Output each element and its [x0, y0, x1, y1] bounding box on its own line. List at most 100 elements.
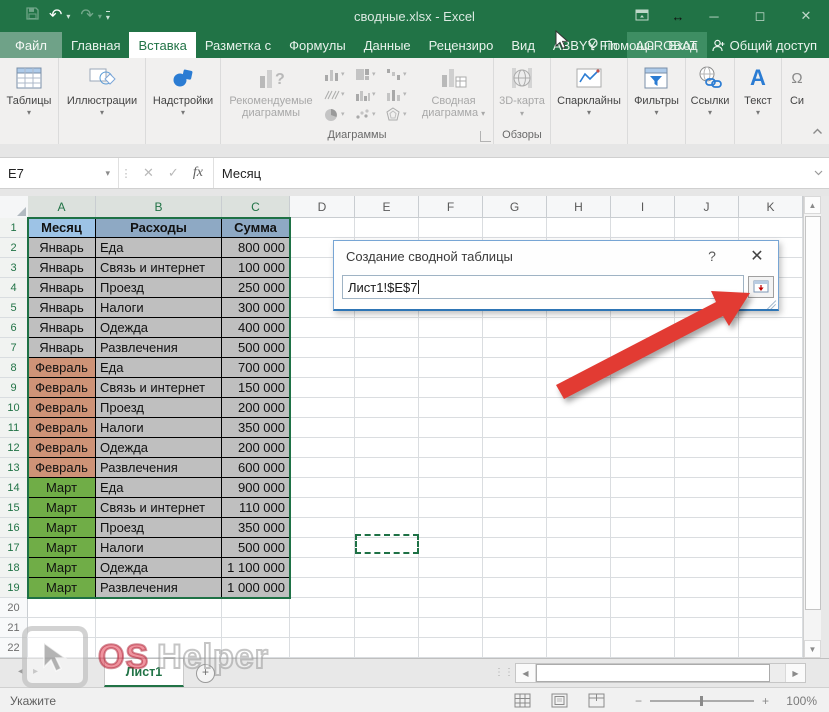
scroll-right-icon[interactable]: ▶ [785, 664, 805, 682]
page-break-view-icon[interactable] [588, 693, 605, 708]
save-icon[interactable] [26, 7, 39, 25]
radar-chart-icon[interactable]: ▾ [383, 104, 414, 124]
row-header-1[interactable]: 1 [0, 218, 28, 238]
table-cell[interactable]: Проезд [96, 518, 222, 538]
row-header-17[interactable]: 17 [0, 538, 28, 558]
table-cell[interactable]: Февраль [28, 418, 96, 438]
column-header-C[interactable]: C [222, 196, 290, 218]
sparklines-button[interactable]: Спарклайны ▾ [553, 61, 625, 127]
table-cell[interactable]: Развлечения [96, 578, 222, 598]
table-cell[interactable]: 800 000 [222, 238, 290, 258]
table-cell[interactable]: Январь [28, 238, 96, 258]
name-box[interactable]: E7 ▾ [0, 158, 119, 188]
name-box-dropdown-icon[interactable]: ▾ [105, 168, 110, 179]
zoom-in-icon[interactable]: + [762, 694, 769, 708]
table-cell[interactable]: Март [28, 498, 96, 518]
table-cell[interactable]: Март [28, 538, 96, 558]
table-cell[interactable]: Налоги [96, 298, 222, 318]
table-cell[interactable]: 350 000 [222, 518, 290, 538]
tell-me-help[interactable]: Помощн [587, 38, 655, 53]
row-header-13[interactable]: 13 [0, 458, 28, 478]
horizontal-scroll-thumb[interactable] [536, 664, 770, 682]
range-selector-button[interactable] [748, 276, 774, 298]
bar-chart-icon[interactable]: ▾ [352, 84, 383, 104]
share-button[interactable]: Общий доступ [712, 38, 817, 53]
row-header-4[interactable]: 4 [0, 278, 28, 298]
table-cell[interactable]: Январь [28, 278, 96, 298]
row-header-7[interactable]: 7 [0, 338, 28, 358]
table-cell[interactable]: 600 000 [222, 458, 290, 478]
dialog-help-button[interactable]: ? [702, 248, 722, 264]
table-cell[interactable]: 200 000 [222, 438, 290, 458]
column-header-I[interactable]: I [611, 196, 675, 218]
tab-данные[interactable]: Данные [355, 32, 420, 58]
table-cell[interactable]: 500 000 [222, 338, 290, 358]
pivot-chart-button[interactable]: Сводная диаграмма ▾ [414, 61, 493, 127]
tab-вид[interactable]: Вид [502, 32, 544, 58]
tab-вставка[interactable]: Вставка [129, 32, 195, 58]
column-header-B[interactable]: B [96, 196, 222, 218]
tables-button[interactable]: Таблицы ▾ [3, 61, 56, 127]
column-header-H[interactable]: H [547, 196, 611, 218]
table-cell[interactable]: Январь [28, 298, 96, 318]
row-header-6[interactable]: 6 [0, 318, 28, 338]
dialog-resize-grip[interactable] [765, 297, 777, 309]
pie-chart-icon[interactable]: ▾ [321, 104, 352, 124]
column-chart-icon[interactable]: ▾ [321, 64, 352, 84]
illustrations-button[interactable]: Иллюстрации ▾ [63, 61, 141, 127]
collapse-ribbon-icon[interactable] [812, 122, 823, 140]
tab-рецензиро[interactable]: Рецензиро [420, 32, 503, 58]
table-cell[interactable]: Февраль [28, 398, 96, 418]
table-cell[interactable]: Связь и интернет [96, 378, 222, 398]
add-sheet-icon[interactable]: + [196, 664, 215, 683]
column-header-A[interactable]: A [28, 196, 96, 218]
minimize-button[interactable]: ─ [691, 9, 737, 24]
table-cell[interactable]: Проезд [96, 398, 222, 418]
table-cell[interactable]: Январь [28, 258, 96, 278]
normal-view-icon[interactable] [514, 693, 531, 708]
undo-icon[interactable]: ↶ [49, 10, 62, 22]
table-cell[interactable]: Проезд [96, 278, 222, 298]
text-button[interactable]: A Текст ▾ [740, 61, 776, 127]
tab-scroll-splitter[interactable]: ⋮⋮ [494, 667, 514, 678]
row-header-18[interactable]: 18 [0, 558, 28, 578]
close-button[interactable]: ✕ [783, 8, 829, 24]
table-cell[interactable]: Еда [96, 478, 222, 498]
column-header-K[interactable]: K [739, 196, 803, 218]
table-cell[interactable]: 200 000 [222, 398, 290, 418]
table-cell[interactable]: Развлечения [96, 338, 222, 358]
row-header-12[interactable]: 12 [0, 438, 28, 458]
select-all-corner[interactable] [0, 196, 29, 219]
row-header-16[interactable]: 16 [0, 518, 28, 538]
sheet-nav-arrows[interactable]: ◂▸ [18, 666, 48, 677]
table-cell[interactable]: Еда [96, 238, 222, 258]
table-cell[interactable]: Одежда [96, 318, 222, 338]
row-header-21[interactable]: 21 [0, 618, 28, 638]
range-input[interactable]: Лист1!$E$7 [342, 275, 744, 299]
row-header-15[interactable]: 15 [0, 498, 28, 518]
combo-chart-icon[interactable]: ▾ [383, 84, 414, 104]
map3d-button[interactable]: 3D-карта ▾ [494, 61, 550, 127]
scroll-up-icon[interactable]: ▲ [804, 196, 821, 214]
column-header-J[interactable]: J [675, 196, 739, 218]
table-cell[interactable]: 110 000 [222, 498, 290, 518]
row-header-3[interactable]: 3 [0, 258, 28, 278]
table-cell[interactable]: Февраль [28, 458, 96, 478]
table-cell[interactable]: 900 000 [222, 478, 290, 498]
vertical-scrollbar[interactable]: ▲ ▼ [803, 196, 821, 658]
table-cell[interactable]: Расходы [96, 218, 222, 238]
zoom-slider-handle[interactable] [700, 696, 703, 706]
zoom-level[interactable]: 100% [781, 694, 817, 708]
redo-icon[interactable]: ↷ [80, 10, 93, 22]
table-cell[interactable]: Март [28, 518, 96, 538]
dialog-launcher-icon[interactable] [480, 131, 491, 142]
table-cell[interactable]: 400 000 [222, 318, 290, 338]
table-cell[interactable]: 1 100 000 [222, 558, 290, 578]
table-cell[interactable]: 1 000 000 [222, 578, 290, 598]
sign-in-link[interactable]: Вход [668, 38, 697, 53]
table-cell[interactable]: Связь и интернет [96, 498, 222, 518]
row-header-14[interactable]: 14 [0, 478, 28, 498]
table-cell[interactable]: 100 000 [222, 258, 290, 278]
horizontal-scrollbar[interactable]: ◀ ▶ [515, 663, 806, 683]
dialog-close-button[interactable]: ✕ [746, 246, 768, 266]
